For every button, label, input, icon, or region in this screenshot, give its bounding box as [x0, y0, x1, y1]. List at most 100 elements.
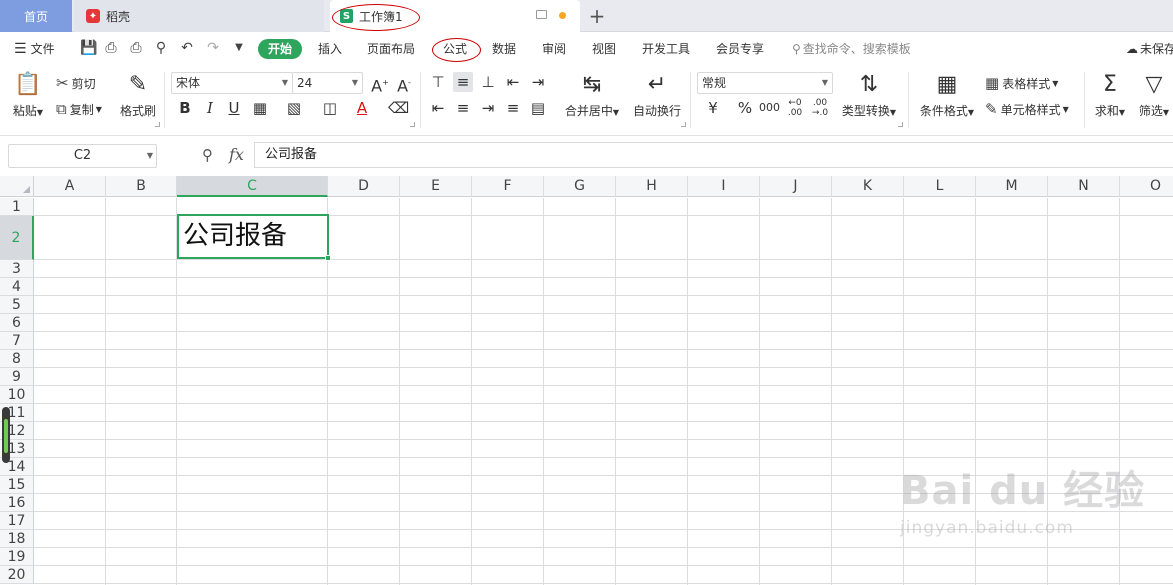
- tab-daoke[interactable]: ✦ 稻壳: [74, 0, 324, 32]
- quick-access-dropdown-icon[interactable]: ▼: [232, 41, 246, 55]
- align-top-icon[interactable]: ⊤: [428, 72, 448, 92]
- font-size-select[interactable]: 24 ▼: [292, 72, 363, 94]
- bold-button[interactable]: B: [175, 98, 195, 118]
- column-header-k[interactable]: K: [832, 176, 904, 197]
- paste-button[interactable]: 📋 粘贴▼: [10, 72, 46, 119]
- menu-page-layout[interactable]: 页面布局: [367, 40, 415, 58]
- cell-style-button[interactable]: ✎ 单元格样式 ▼: [985, 100, 1069, 118]
- distributed-align-icon[interactable]: ▤: [528, 98, 548, 118]
- function-icon[interactable]: fx: [229, 145, 244, 164]
- new-tab-button[interactable]: +: [586, 3, 608, 29]
- justify-icon[interactable]: ≡: [503, 98, 523, 118]
- font-name-select[interactable]: 宋体 ▼: [171, 72, 293, 94]
- underline-button[interactable]: U: [224, 98, 244, 118]
- row-header-8[interactable]: 8: [0, 350, 34, 368]
- border-icon[interactable]: ▦: [250, 98, 270, 118]
- format-painter-button[interactable]: ✎ 格式刷: [118, 72, 158, 119]
- align-right-icon[interactable]: ⇥: [478, 98, 498, 118]
- cut-button[interactable]: ✂ 剪切: [56, 74, 96, 92]
- menu-developer[interactable]: 开发工具: [642, 40, 690, 58]
- merge-center-button[interactable]: ↹ 合并居中▼: [562, 72, 622, 119]
- row-header-5[interactable]: 5: [0, 296, 34, 314]
- column-header-l[interactable]: L: [904, 176, 976, 197]
- decrease-font-icon[interactable]: A-: [394, 73, 414, 95]
- tab-home[interactable]: 首页: [0, 0, 72, 32]
- align-middle-icon[interactable]: ≡: [453, 72, 473, 92]
- row-header-2[interactable]: 2: [0, 216, 34, 260]
- column-header-m[interactable]: M: [976, 176, 1048, 197]
- sum-button[interactable]: Σ 求和▼: [1092, 72, 1128, 119]
- file-menu[interactable]: ☰ 文件: [14, 40, 55, 58]
- row-header-15[interactable]: 15: [0, 476, 34, 494]
- active-cell-c2[interactable]: 公司报备: [177, 214, 329, 259]
- monitor-icon[interactable]: [536, 10, 547, 19]
- vertical-scrollbar-thumb[interactable]: [2, 407, 10, 463]
- align-left-icon[interactable]: ⇤: [428, 98, 448, 118]
- menu-view[interactable]: 视图: [592, 40, 616, 58]
- row-header-1[interactable]: 1: [0, 198, 34, 216]
- menu-data[interactable]: 数据: [492, 40, 516, 58]
- column-header-h[interactable]: H: [616, 176, 688, 197]
- name-box[interactable]: C2 ▼: [8, 144, 157, 168]
- italic-button[interactable]: I: [200, 98, 220, 118]
- dialog-launcher-icon[interactable]: [410, 122, 415, 127]
- column-header-c[interactable]: C: [177, 176, 328, 197]
- redo-icon[interactable]: ↷: [206, 41, 220, 55]
- column-header-g[interactable]: G: [544, 176, 616, 197]
- column-header-j[interactable]: J: [760, 176, 832, 197]
- menu-start[interactable]: 开始: [258, 39, 302, 59]
- decrease-indent-icon[interactable]: ⇤: [503, 72, 523, 92]
- column-header-n[interactable]: N: [1048, 176, 1120, 197]
- row-header-18[interactable]: 18: [0, 530, 34, 548]
- align-bottom-icon[interactable]: ⊥: [478, 72, 498, 92]
- column-header-i[interactable]: I: [688, 176, 760, 197]
- dialog-launcher-icon[interactable]: [681, 122, 686, 127]
- fill-handle[interactable]: [325, 255, 331, 261]
- save-icon[interactable]: 💾: [80, 41, 97, 55]
- column-header-f[interactable]: F: [472, 176, 544, 197]
- column-header-d[interactable]: D: [328, 176, 400, 197]
- wrap-text-button[interactable]: ↵ 自动换行: [630, 72, 684, 119]
- fill-pattern-icon[interactable]: ▧: [284, 98, 304, 118]
- row-header-16[interactable]: 16: [0, 494, 34, 512]
- increase-font-icon[interactable]: A+: [370, 73, 390, 95]
- decrease-decimal-icon[interactable]: .00 →.0: [810, 98, 830, 118]
- clear-format-icon[interactable]: ⌫: [388, 98, 409, 118]
- row-header-10[interactable]: 10: [0, 386, 34, 404]
- number-format-select[interactable]: 常规 ▼: [697, 72, 833, 94]
- formula-input[interactable]: 公司报备: [254, 142, 1173, 168]
- row-header-3[interactable]: 3: [0, 260, 34, 278]
- align-center-icon[interactable]: ≡: [453, 98, 473, 118]
- font-color-icon[interactable]: A: [352, 98, 372, 118]
- menu-insert[interactable]: 插入: [318, 40, 342, 58]
- row-header-19[interactable]: 19: [0, 548, 34, 566]
- row-header-20[interactable]: 20: [0, 566, 34, 584]
- thousands-separator-icon[interactable]: 000: [759, 98, 780, 118]
- unsaved-status[interactable]: ☁ 未保存: [1126, 40, 1173, 58]
- copy-button[interactable]: ⧉ 复制 ▼: [56, 100, 102, 118]
- conditional-format-button[interactable]: ▦ 条件格式▼: [916, 72, 978, 119]
- row-header-9[interactable]: 9: [0, 368, 34, 386]
- table-style-button[interactable]: ▦ 表格样式 ▼: [985, 74, 1058, 92]
- row-header-4[interactable]: 4: [0, 278, 34, 296]
- dialog-launcher-icon[interactable]: [155, 122, 160, 127]
- command-search[interactable]: ⚲ 查找命令、搜索模板: [792, 40, 911, 58]
- select-all-corner[interactable]: [0, 176, 34, 197]
- row-header-7[interactable]: 7: [0, 332, 34, 350]
- column-header-a[interactable]: A: [34, 176, 106, 197]
- percent-icon[interactable]: %: [735, 98, 755, 118]
- column-header-b[interactable]: B: [106, 176, 177, 197]
- column-header-e[interactable]: E: [400, 176, 472, 197]
- fill-color-icon[interactable]: ◫: [320, 98, 340, 118]
- increase-indent-icon[interactable]: ⇥: [528, 72, 548, 92]
- column-header-o[interactable]: O: [1120, 176, 1173, 197]
- undo-icon[interactable]: ↶: [180, 41, 194, 55]
- menu-member[interactable]: 会员专享: [716, 40, 764, 58]
- zoom-search-icon[interactable]: ⚲: [202, 146, 213, 164]
- export-pdf-icon[interactable]: ⎙: [104, 41, 118, 55]
- row-header-6[interactable]: 6: [0, 314, 34, 332]
- dialog-launcher-icon[interactable]: [898, 122, 903, 127]
- print-preview-icon[interactable]: ⚲: [154, 41, 168, 55]
- filter-button[interactable]: ▽ 筛选▼: [1136, 72, 1172, 119]
- type-convert-button[interactable]: ⇅ 类型转换▼: [838, 72, 900, 119]
